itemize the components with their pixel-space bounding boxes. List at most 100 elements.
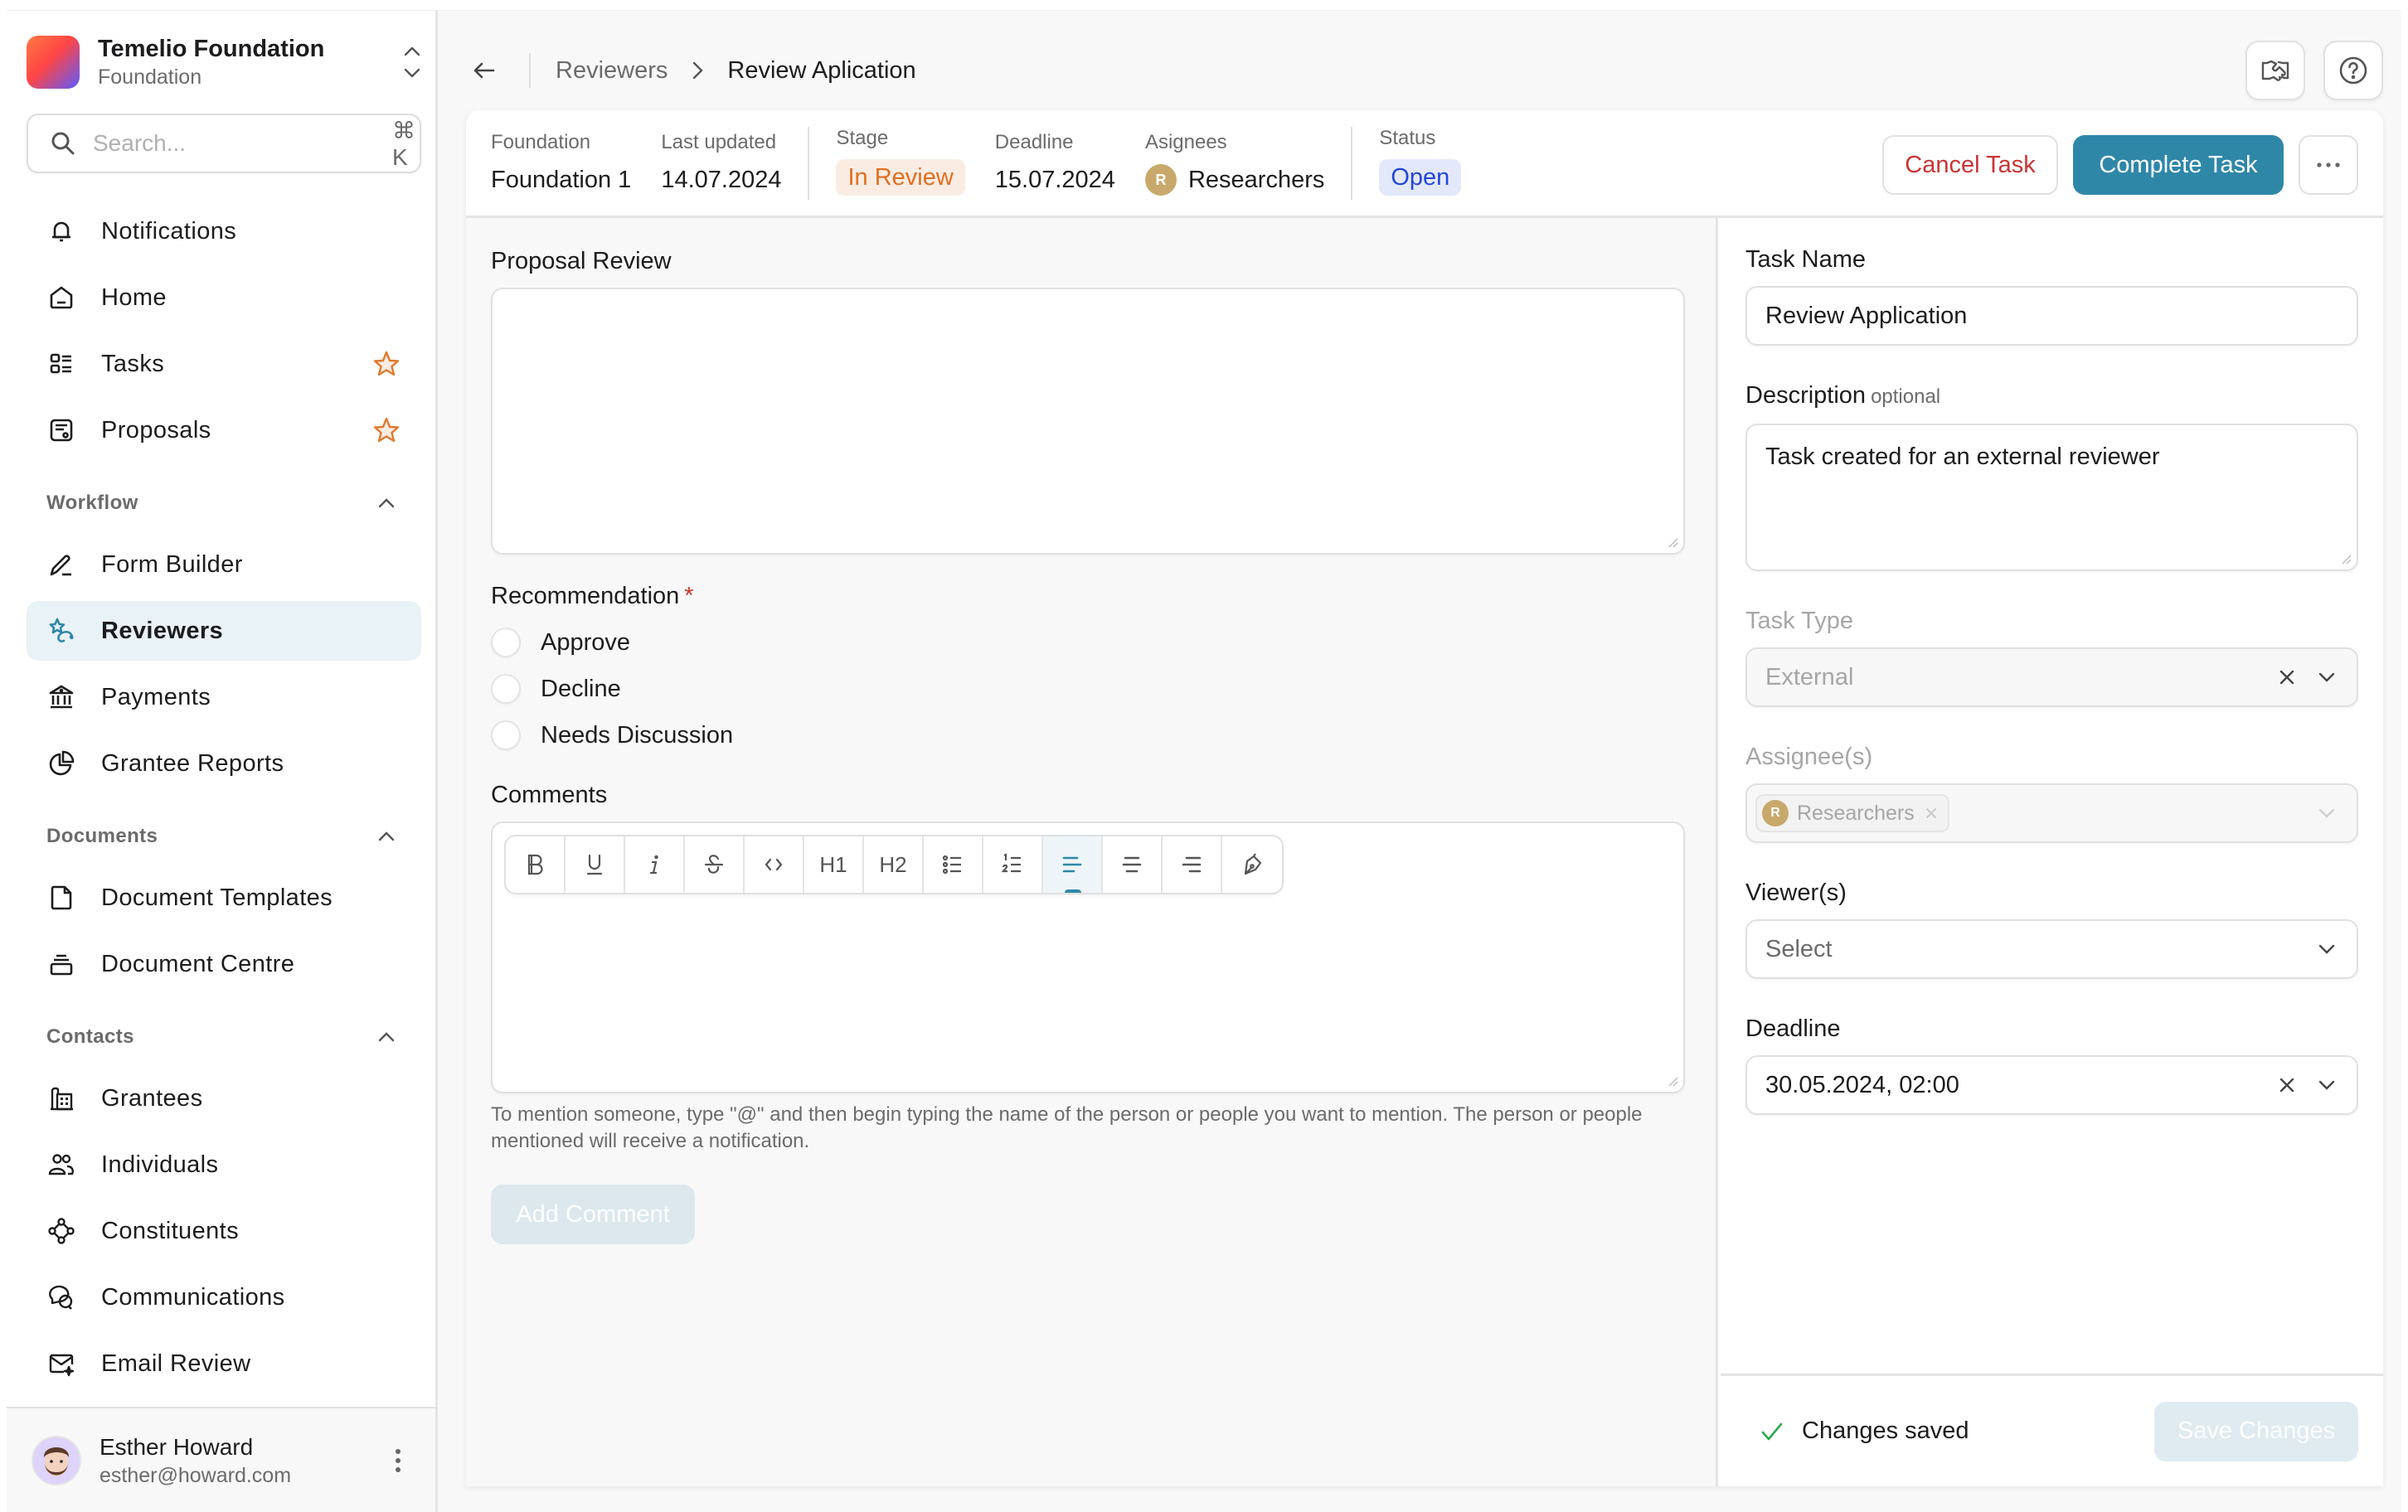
chevron-down-icon[interactable] [2315, 938, 2338, 961]
sidebar-item-individuals[interactable]: Individuals [27, 1135, 421, 1195]
radio-button[interactable] [491, 720, 521, 750]
heading1-button[interactable]: H1 [804, 836, 864, 893]
sidebar-item-home[interactable]: Home [27, 268, 421, 327]
proposal-review-field[interactable] [491, 288, 1685, 555]
sidebar-item-email-review[interactable]: Email Review [27, 1334, 421, 1393]
deadline-picker[interactable]: 30.05.2024, 02:00 [1745, 1055, 2358, 1115]
add-comment-button[interactable]: Add Comment [491, 1185, 695, 1244]
chevron-up-icon[interactable] [375, 1025, 398, 1049]
code-button[interactable] [745, 836, 804, 893]
remove-chip-icon[interactable] [1923, 805, 1940, 821]
section-label: Workflow [46, 492, 138, 514]
sidebar-item-grantees[interactable]: Grantees [27, 1069, 421, 1128]
italic-button[interactable] [625, 836, 685, 893]
recommendation-group: Recommendation * Approve Decline Needs Di… [491, 579, 1691, 758]
sidebar-item-label: Tasks [101, 350, 165, 377]
breadcrumb-current: Review Aplication [727, 56, 916, 84]
save-changes-button[interactable]: Save Changes [2154, 1401, 2358, 1461]
resize-handle-icon[interactable] [2338, 551, 2352, 565]
chevron-up-icon[interactable] [375, 492, 398, 515]
meta-value: 15.07.2024 [994, 166, 1115, 193]
align-center-button[interactable] [1103, 836, 1163, 893]
radio-button[interactable] [491, 628, 521, 657]
search-shortcut: ⌘ K [392, 117, 415, 170]
align-left-button[interactable] [1043, 836, 1103, 893]
more-options-button[interactable] [2299, 135, 2358, 195]
deadline-label: Deadline [1745, 1015, 1841, 1042]
italic-icon [649, 855, 658, 875]
handshake-button[interactable] [2245, 41, 2305, 100]
chevron-up-icon[interactable] [375, 825, 398, 848]
radio-needs-discussion[interactable]: Needs Discussion [491, 712, 1691, 758]
assignee-name: Researchers [1187, 166, 1325, 193]
breadcrumb-parent[interactable]: Reviewers [556, 57, 668, 85]
proposal-review-input[interactable] [493, 289, 1683, 553]
help-button[interactable] [2323, 41, 2383, 100]
comments-editor[interactable]: H1 H2 [491, 821, 1685, 1093]
clear-icon[interactable] [2275, 1073, 2299, 1097]
sidebar-item-communications[interactable]: Communications [27, 1267, 421, 1327]
radio-decline[interactable]: Decline [491, 666, 1691, 712]
cancel-task-button[interactable]: Cancel Task [1882, 135, 2058, 195]
strikethrough-button[interactable] [685, 836, 745, 893]
sidebar-item-proposals[interactable]: Proposals [27, 400, 421, 460]
sidebar-item-grantee-reports[interactable]: Grantee Reports [27, 734, 421, 793]
sidebar-section-contacts[interactable]: Contacts [27, 1012, 421, 1062]
sidebar-item-label: Email Review [101, 1350, 251, 1377]
resize-handle-icon[interactable] [1665, 1073, 1678, 1087]
sidebar-item-label: Individuals [101, 1151, 219, 1178]
sidebar-item-tasks[interactable]: Tasks [27, 334, 421, 394]
org-switcher[interactable]: Temelio Foundation Foundation [27, 34, 425, 90]
deadline-value: 30.05.2024, 02:00 [1765, 1071, 1959, 1098]
heading2-button[interactable]: H2 [864, 836, 924, 893]
chevron-down-icon[interactable] [2315, 666, 2338, 689]
sidebar-item-label: Notifications [101, 217, 237, 245]
star-icon[interactable] [371, 415, 401, 445]
meta-last-updated: Last updated 14.07.2024 [661, 130, 781, 196]
task-type-select[interactable]: External [1745, 647, 2358, 707]
sidebar-item-notifications[interactable]: Notifications [27, 201, 421, 261]
sidebar-item-reviewers[interactable]: Reviewers [27, 601, 421, 661]
proposal-icon [46, 415, 76, 445]
more-vertical-icon[interactable] [386, 1441, 410, 1480]
star-icon[interactable] [371, 349, 401, 379]
underline-button[interactable] [566, 836, 625, 893]
user-name: Esther Howard [100, 1434, 254, 1460]
divider [1351, 126, 1353, 200]
search-box[interactable]: ⌘ K [27, 114, 421, 173]
bold-button[interactable] [506, 836, 566, 893]
resize-handle-icon[interactable] [1665, 535, 1678, 548]
radio-button[interactable] [491, 674, 521, 704]
bullet-list-button[interactable] [924, 836, 983, 893]
numbered-list-button[interactable] [983, 836, 1043, 893]
sidebar-item-payments[interactable]: Payments [27, 667, 421, 727]
radio-label: Decline [541, 675, 621, 702]
viewer-select[interactable]: Select [1745, 919, 2358, 979]
signature-button[interactable] [1222, 836, 1282, 893]
chevron-up-down-icon[interactable] [400, 42, 425, 82]
chevron-down-icon[interactable] [2315, 1073, 2338, 1097]
radio-label: Needs Discussion [541, 721, 734, 749]
user-profile[interactable]: Esther Howard esther@howard.com [7, 1407, 435, 1512]
clear-icon[interactable] [2275, 666, 2299, 689]
assignee-select[interactable]: R Researchers [1745, 783, 2358, 843]
description-input[interactable] [1747, 425, 2357, 569]
search-input[interactable] [93, 130, 392, 157]
sidebar-section-workflow[interactable]: Workflow [27, 478, 421, 528]
org-logo [27, 36, 80, 89]
numbered-list-icon [1001, 853, 1021, 873]
task-name-label: Task Name [1745, 246, 1867, 273]
back-button[interactable] [468, 54, 501, 87]
sidebar-item-document-centre[interactable]: Document Centre [27, 934, 421, 994]
task-name-field[interactable]: Review Application [1745, 286, 2358, 346]
complete-task-button[interactable]: Complete Task [2073, 135, 2284, 195]
sidebar-section-documents[interactable]: Documents [27, 812, 421, 861]
sidebar-item-constituents[interactable]: Constituents [27, 1201, 421, 1261]
recommendation-label-text: Recommendation [491, 583, 680, 609]
sidebar-item-form-builder[interactable]: Form Builder [27, 535, 421, 594]
radio-approve[interactable]: Approve [491, 619, 1691, 666]
description-field[interactable] [1745, 424, 2358, 571]
chevron-down-icon[interactable] [2315, 802, 2338, 825]
sidebar-item-document-templates[interactable]: Document Templates [27, 868, 421, 928]
align-right-button[interactable] [1163, 836, 1222, 893]
